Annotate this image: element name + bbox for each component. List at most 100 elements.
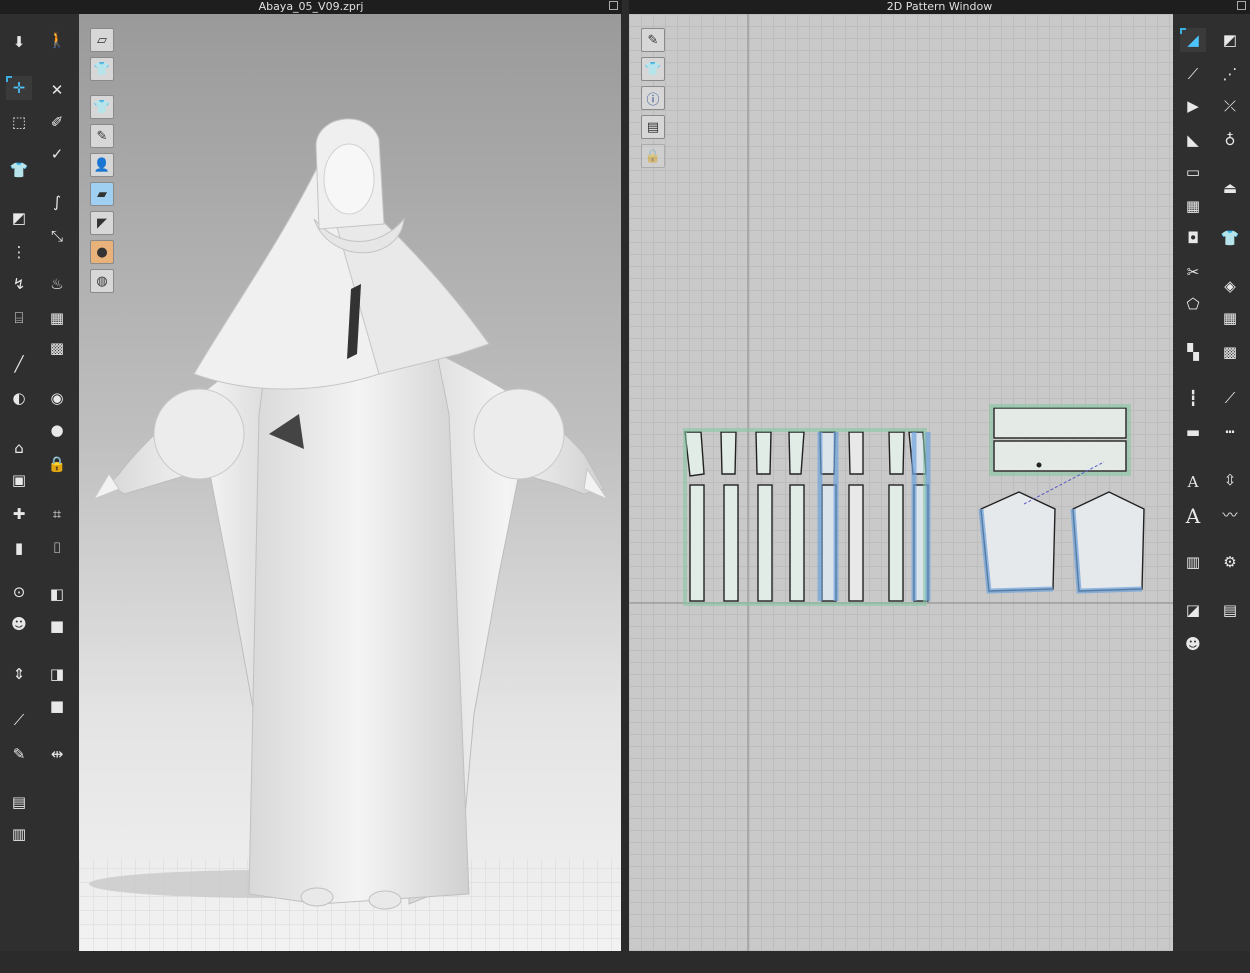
2d-pattern-canvas[interactable]: ✎ 👕 ⓘ ▤ 🔒: [629, 14, 1173, 953]
pattern-titlebar: 2D Pattern Window: [629, 0, 1250, 14]
garment-icon[interactable]: 👕: [6, 158, 32, 182]
transform-icon[interactable]: ✛: [6, 76, 32, 100]
grid-shirt-icon[interactable]: ▩: [44, 336, 70, 360]
shirt-outline-icon[interactable]: 👕: [1217, 226, 1243, 250]
pattern-title: 2D Pattern Window: [886, 0, 993, 13]
shirt-display-icon[interactable]: 👕: [90, 57, 114, 81]
grid-shirt-icon[interactable]: ▦: [44, 306, 70, 330]
avatar-small-icon[interactable]: ☻: [1180, 632, 1206, 656]
walk-icon[interactable]: 🚶: [44, 28, 70, 52]
smooth-icon[interactable]: ∫: [44, 190, 70, 214]
viewport-titlebar: Abaya_05_V09.zprj: [0, 0, 622, 14]
sew-shirt-icon[interactable]: ◈: [1217, 274, 1243, 298]
shirt-checker-2-icon[interactable]: ▩: [1217, 340, 1243, 364]
flat-fabric-3-icon[interactable]: ■: [44, 694, 70, 718]
rectangle-icon[interactable]: ▭: [1180, 160, 1206, 184]
text-small-icon[interactable]: A: [1180, 470, 1206, 494]
button-icon[interactable]: ⊙: [6, 580, 32, 604]
ruler-icon[interactable]: ⟋: [6, 708, 32, 732]
viewport-title: Abaya_05_V09.zprj: [258, 0, 364, 13]
flat-fabric-3-icon[interactable]: ◨: [44, 662, 70, 686]
needle-icon[interactable]: ╱: [6, 352, 32, 376]
stack-icon[interactable]: ▤: [1217, 598, 1243, 622]
blue-texture-icon[interactable]: ▰: [90, 182, 114, 206]
pin-tool-icon[interactable]: ✕: [44, 78, 70, 102]
button-hole-icon[interactable]: ●: [44, 418, 70, 442]
move-down-icon[interactable]: ⬇: [6, 30, 32, 54]
measure-icon[interactable]: ⇕: [6, 662, 32, 686]
eye-shirt-icon[interactable]: 👕: [641, 57, 665, 81]
fabric-icon[interactable]: ♨: [44, 272, 70, 296]
zigzag-icon[interactable]: 〰: [1217, 502, 1243, 526]
pen-icon[interactable]: ✎: [6, 742, 32, 766]
notch-icon[interactable]: ▚: [1180, 340, 1206, 364]
tshirt-back-icon[interactable]: ▮: [6, 536, 32, 560]
sewing-machine-icon[interactable]: ⌸: [6, 306, 32, 330]
fabric-display-icon[interactable]: ▱: [90, 28, 114, 52]
globe-eye-icon[interactable]: ◍: [90, 269, 114, 293]
puzzle-icon[interactable]: ◪: [1180, 598, 1206, 622]
left-toolbar: ⬇ ✛ ⬚ 👕 ◩ ⋮ ↯ ⌸ ╱ ◐ ⌂ ▣ ✚ ▮ ⊙ ☻ ⇕ ⟋ ✎ ▤ …: [0, 14, 79, 951]
shirt-icon[interactable]: ▣: [6, 468, 32, 492]
avatar-garment-render: [79, 118, 621, 951]
internal-polygon-icon[interactable]: ▦: [1180, 194, 1206, 218]
zip-icon[interactable]: ⇳: [1217, 468, 1243, 492]
popout-icon[interactable]: [609, 1, 618, 10]
pane-divider[interactable]: [621, 14, 629, 973]
info-icon[interactable]: ⓘ: [641, 86, 665, 110]
eye-brush-icon[interactable]: ✎: [90, 124, 114, 148]
lock-shirt-icon[interactable]: 🔒: [641, 144, 665, 168]
status-bar: [0, 951, 1250, 973]
line-icon[interactable]: ⟋: [1217, 386, 1243, 410]
iron-icon[interactable]: ⏏: [1217, 176, 1243, 200]
zipper-pull-icon[interactable]: ⌷: [44, 536, 70, 560]
tshirt-front-icon[interactable]: ✚: [6, 502, 32, 526]
eye-pen-icon[interactable]: ✎: [641, 28, 665, 52]
lock-button-icon[interactable]: 🔒: [44, 452, 70, 476]
transform-pattern-icon[interactable]: ◩: [1217, 28, 1243, 52]
skin-avatar-icon[interactable]: ●: [90, 240, 114, 264]
circle-button-icon[interactable]: ◉: [44, 386, 70, 410]
seam-2-icon[interactable]: ♁: [1217, 128, 1243, 152]
shirt-arrange-icon[interactable]: ▤: [6, 790, 32, 814]
grading-icon[interactable]: ▥: [1180, 550, 1206, 574]
fold-pattern-icon[interactable]: ⬠: [1180, 292, 1206, 316]
seam-icon[interactable]: ⋰: [1217, 62, 1243, 86]
3d-viewport[interactable]: ▱ 👕 👕 ✎ 👤 ▰ ◤ ● ◍: [79, 14, 621, 951]
polygon-icon[interactable]: ◣: [1180, 128, 1206, 152]
dark-shape-icon[interactable]: ◤: [90, 211, 114, 235]
avatar-icon[interactable]: ☻: [6, 612, 32, 636]
fold-arrange-icon[interactable]: ⤡: [44, 224, 70, 248]
stitch-icon[interactable]: ↯: [6, 272, 32, 296]
lasso-select-icon[interactable]: ⬚: [6, 110, 32, 134]
zipper-icon[interactable]: ⌗: [44, 502, 70, 526]
brush-icon[interactable]: ✐: [44, 110, 70, 134]
edit-pattern-icon[interactable]: ◢: [1180, 28, 1206, 52]
dashed-line-icon[interactable]: ┅: [1217, 420, 1243, 444]
dart-icon[interactable]: ◘: [1180, 226, 1206, 250]
eye-avatar-icon[interactable]: 👤: [90, 153, 114, 177]
fold-icon[interactable]: ◩: [6, 206, 32, 230]
tape-icon[interactable]: ◐: [6, 386, 32, 410]
text-large-icon[interactable]: A: [1180, 504, 1206, 528]
segment-icon[interactable]: ▶: [1180, 94, 1206, 118]
pin-icon[interactable]: ⋮: [6, 240, 32, 264]
flat-fabric-2-icon[interactable]: ■: [44, 614, 70, 638]
cut-icon[interactable]: ✂: [1180, 260, 1206, 284]
shirt-stack-icon[interactable]: ▥: [6, 822, 32, 846]
check-icon[interactable]: ✓: [44, 142, 70, 166]
tape-measure-icon[interactable]: ┇: [1180, 386, 1206, 410]
shirt-checker-icon[interactable]: ▦: [1217, 306, 1243, 330]
seam-2-icon[interactable]: ⤫: [1217, 94, 1243, 118]
edit-point-icon[interactable]: ⟋: [1180, 62, 1206, 86]
right-toolbar: ◢ ⟋ ▶ ◣ ▭ ▦ ◘ ✂ ⬠ ▚ ┇ ▬ A A ▥ ◪ ☻ ◩ ⋰ ⤫ …: [1173, 14, 1250, 951]
popout-icon[interactable]: [1237, 1, 1246, 10]
avatar-hanger-icon[interactable]: ⌂: [6, 436, 32, 460]
ruler-length-icon[interactable]: ▬: [1180, 420, 1206, 444]
eye-garment-icon[interactable]: 👕: [90, 95, 114, 119]
pattern-pieces: [629, 14, 1173, 953]
flat-fabric-icon[interactable]: ◧: [44, 582, 70, 606]
layer-icon[interactable]: ▤: [641, 115, 665, 139]
flip-icon[interactable]: ⇹: [44, 742, 70, 766]
gear-shirt-icon[interactable]: ⚙: [1217, 550, 1243, 574]
